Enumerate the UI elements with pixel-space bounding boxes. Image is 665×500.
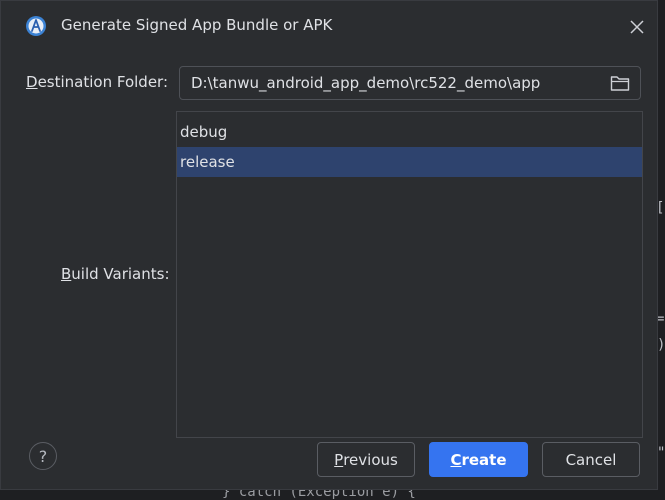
folder-icon[interactable]: [610, 74, 630, 92]
destination-folder-value[interactable]: D:\tanwu_android_app_demo\rc522_demo\app: [191, 74, 540, 92]
create-mnemonic: C: [450, 450, 462, 469]
destination-folder-label: Destination Folder:: [26, 73, 168, 91]
variants-label-mnemonic: B: [61, 265, 72, 283]
variants-label-text: uild Variants:: [71, 265, 170, 283]
destination-label-mnemonic: D: [26, 73, 38, 91]
cancel-button[interactable]: Cancel: [542, 442, 640, 477]
help-button[interactable]: ?: [29, 442, 57, 470]
android-studio-icon: [26, 16, 46, 36]
bg-code-glyph: ): [657, 337, 665, 353]
cancel-label: Cancel: [565, 450, 617, 469]
create-label: reate: [461, 450, 507, 469]
destination-label-text: estination Folder:: [37, 73, 168, 91]
variant-item-debug[interactable]: debug: [177, 117, 642, 147]
previous-mnemonic: P: [334, 450, 344, 469]
build-variants-label: Build Variants:: [61, 265, 170, 283]
create-button[interactable]: Create: [429, 442, 528, 477]
build-variants-list[interactable]: debug release: [176, 111, 643, 438]
previous-button[interactable]: Previous: [317, 442, 415, 477]
previous-label: revious: [343, 450, 398, 469]
dialog-title: Generate Signed App Bundle or APK: [61, 16, 333, 34]
dialog-titlebar: Generate Signed App Bundle or APK: [1, 1, 657, 53]
help-icon: ?: [38, 446, 48, 466]
generate-signed-bundle-dialog: Generate Signed App Bundle or APK Destin…: [0, 0, 658, 490]
close-button[interactable]: [623, 13, 651, 41]
close-icon: [630, 20, 644, 34]
bg-code-glyph: ": [657, 445, 665, 461]
destination-folder-field[interactable]: D:\tanwu_android_app_demo\rc522_demo\app: [179, 66, 641, 100]
variant-item-release[interactable]: release: [177, 147, 642, 177]
